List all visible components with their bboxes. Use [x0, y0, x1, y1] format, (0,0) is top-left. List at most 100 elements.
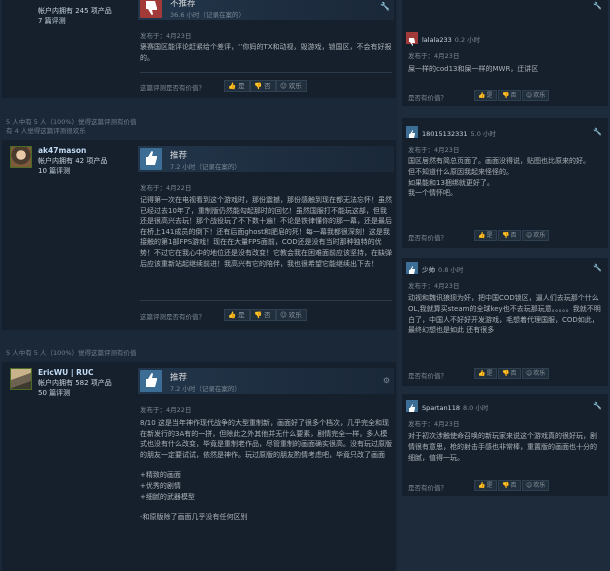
- wrench-icon[interactable]: 🔧: [593, 264, 602, 272]
- side-reviewer[interactable]: 18015132331 5.0 小时: [422, 128, 496, 138]
- funny-label: 欢乐: [288, 311, 302, 319]
- review-text: 褒赛国区能评论赶紧给个差评，‘’你妈的TX和动视，毁游戏，锁国区，不会有好报的。: [140, 43, 392, 62]
- user-review-count[interactable]: 50 篇评测: [38, 388, 70, 398]
- review-line: 8/10 这是当年神作现代战争的大型重制新，画面好了很多个档次，几乎完全和现在新…: [140, 419, 392, 459]
- side-review-card: 🔧 18015132331 5.0 小时 发布于：4月23日 国区居然有简总页面了…: [402, 118, 608, 248]
- no-label: 否: [510, 92, 517, 99]
- user-products[interactable]: 帐户内拥有 42 项产品: [38, 156, 107, 166]
- funny-label: 欢乐: [288, 82, 302, 90]
- side-reviewer-name[interactable]: Spartan118: [422, 404, 460, 412]
- divider: [140, 300, 392, 301]
- side-reviewer-name[interactable]: 18015132331: [422, 130, 468, 138]
- side-reviewer-name[interactable]: 少帅: [422, 266, 435, 274]
- vote-yes-button[interactable]: 👍是: [474, 368, 497, 379]
- smiley-icon: ☺: [526, 482, 533, 489]
- vote-header[interactable]: 推荐 7.2 小时（记录在案的）: [138, 146, 394, 172]
- thumbs-up-icon: [140, 370, 162, 392]
- review-verdict: 推荐: [170, 151, 188, 161]
- thumbs-down-icon: [140, 0, 162, 18]
- user-review-count[interactable]: 10 篇评测: [38, 166, 70, 176]
- review-hours: 7.2 小时（记录在案的）: [170, 163, 241, 171]
- side-review-hours: 0.2 小时: [454, 36, 481, 44]
- side-review-hours: 5.0 小时: [470, 130, 496, 138]
- wrench-icon[interactable]: 🔧: [593, 2, 602, 10]
- review-card: EricWU | RUC 帐户内拥有 582 项产品 50 篇评测 推荐 7.2…: [2, 362, 396, 571]
- vote-yes-button[interactable]: 👍是: [474, 90, 497, 101]
- vote-yes-button[interactable]: 👍是: [224, 309, 250, 321]
- funny-summary: 有 4 人觉得这篇评测很欢乐: [6, 127, 86, 135]
- vote-funny-button[interactable]: ☺欢乐: [522, 90, 550, 101]
- no-label: 否: [264, 82, 271, 90]
- vote-funny-button[interactable]: ☺欢乐: [522, 368, 550, 379]
- thumbs-down-icon: 👎: [502, 232, 510, 239]
- avatar[interactable]: [10, 146, 32, 168]
- vote-no-button[interactable]: 👎否: [250, 309, 276, 321]
- review-body: 不推荐 36.6 小时（记录在案的） 🔧 发布于：4月23日 褒赛国区能评论赶紧…: [136, 0, 396, 98]
- review-posted-date: 发布于：4月22日: [140, 406, 192, 414]
- review-posted-date: 发布于：4月23日: [140, 32, 192, 40]
- yes-label: 是: [486, 232, 493, 239]
- review-line: +精致的画面: [140, 471, 181, 480]
- user-review-count[interactable]: 7 篇评测: [38, 16, 66, 26]
- thumbs-down-icon: 👎: [502, 370, 510, 377]
- funny-label: 欢乐: [533, 370, 546, 377]
- helpful-question: 是否有价值？: [408, 94, 447, 102]
- vote-funny-button[interactable]: ☺欢乐: [276, 309, 307, 321]
- vote-no-button[interactable]: 👎否: [250, 80, 276, 92]
- vote-no-button[interactable]: 👎否: [498, 230, 521, 241]
- thumbs-up-icon: [406, 262, 418, 274]
- side-review-text: 动视和魏讯狼狈为奸，把中国COD锁区，逼人们去玩那个什么OL,我就算买steam…: [408, 294, 601, 335]
- vote-funny-button[interactable]: ☺欢乐: [276, 80, 307, 92]
- yes-label: 是: [238, 311, 245, 319]
- vote-header[interactable]: 推荐 7.2 小时（记录在案的） ⚙: [138, 368, 394, 394]
- review-text: 记得第一次在电视看到这个游戏时，那份震撼，那份感触到现在都无法忘怀！虽然已经过去…: [140, 196, 392, 268]
- review-line: +优秀的剧情: [140, 481, 181, 490]
- vote-no-button[interactable]: 👎否: [498, 90, 521, 101]
- steam-icon: ⚙: [382, 376, 390, 385]
- vote-yes-button[interactable]: 👍是: [474, 230, 497, 241]
- vote-no-button[interactable]: 👎否: [498, 368, 521, 379]
- smiley-icon: ☺: [526, 232, 533, 239]
- helpful-question: 这篇评测是否有价值？: [140, 313, 205, 321]
- vote-yes-button[interactable]: 👍是: [224, 80, 250, 92]
- wrench-icon[interactable]: 🔧: [593, 402, 602, 410]
- thumbs-up-icon: 👍: [478, 482, 486, 489]
- side-reviewer-name[interactable]: lalala233: [422, 36, 452, 44]
- vote-funny-button[interactable]: ☺欢乐: [522, 230, 550, 241]
- helpful-question: 是否有价值？: [408, 234, 447, 242]
- reviewer-name[interactable]: EricWU | RUC: [38, 368, 94, 377]
- vote-yes-button[interactable]: 👍是: [474, 480, 497, 491]
- reviewer-name[interactable]: ak47mason: [38, 146, 86, 155]
- side-reviewer[interactable]: Spartan118 8.0 小时: [422, 402, 488, 412]
- review-body: 推荐 7.2 小时（记录在案的） 发布于：4月22日 记得第一次在电视看到这个游…: [136, 140, 396, 330]
- thumbs-down-icon: 👎: [254, 311, 263, 319]
- user-products: 帐户内拥有 245 项产品: [38, 7, 112, 15]
- side-review-hours: 0.8 小时: [438, 266, 464, 274]
- vote-header[interactable]: 不推荐 36.6 小时（记录在案的） 🔧: [138, 0, 394, 20]
- side-review-text: 对于初次涉触使命召唤的新玩家来说这个游戏真的很好玩，剧情很有意思，枪的射击手感也…: [408, 432, 597, 462]
- yes-label: 是: [238, 82, 245, 90]
- side-reviewer[interactable]: 少帅 0.8 小时: [422, 264, 463, 274]
- side-review-card: 🔧 少帅 0.8 小时 发布于：4月23日 动视和魏讯狼狈为奸，把中国COD锁区，…: [402, 258, 608, 386]
- funny-label: 欢乐: [533, 92, 546, 99]
- wrench-icon[interactable]: 🔧: [380, 2, 390, 11]
- wrench-icon[interactable]: 🔧: [593, 128, 602, 136]
- side-reviewer[interactable]: lalala233 0.2 小时: [422, 34, 480, 44]
- no-label: 否: [510, 370, 517, 377]
- user-products[interactable]: 帐户内拥有 582 项产品: [38, 378, 112, 388]
- vote-no-button[interactable]: 👎否: [498, 480, 521, 491]
- thumbs-up-icon: 👍: [228, 311, 237, 319]
- side-review-card: 🔧 Spartan118 8.0 小时 发布于：4月23日 对于初次涉触使命召唤的…: [402, 394, 608, 496]
- divider: [140, 72, 392, 73]
- side-review-card: 🔧 lalala233 0.2 小时 发布于：4月23日 屎一样的cod13和屎一…: [402, 0, 608, 106]
- thumbs-down-icon: 👎: [502, 482, 510, 489]
- smiley-icon: ☺: [280, 82, 287, 90]
- left-column: 帐户内拥有 245 项产品 7 篇评测 不推荐 36.6 小时（记录在案的） 🔧…: [0, 0, 398, 571]
- helpful-question: 是否有价值？: [408, 484, 447, 492]
- side-review-text: 国区居然有简总页面了。画面没得说，贴图也比原来的好。 但不知道什么原因我起来怪怪…: [408, 157, 590, 198]
- thumbs-up-icon: 👍: [478, 232, 486, 239]
- yes-label: 是: [486, 482, 493, 489]
- avatar[interactable]: [10, 368, 32, 390]
- vote-funny-button[interactable]: ☺欢乐: [522, 480, 550, 491]
- helpful-summary: 5 人中有 5 人（100%）觉得这篇评测有价值: [6, 349, 137, 357]
